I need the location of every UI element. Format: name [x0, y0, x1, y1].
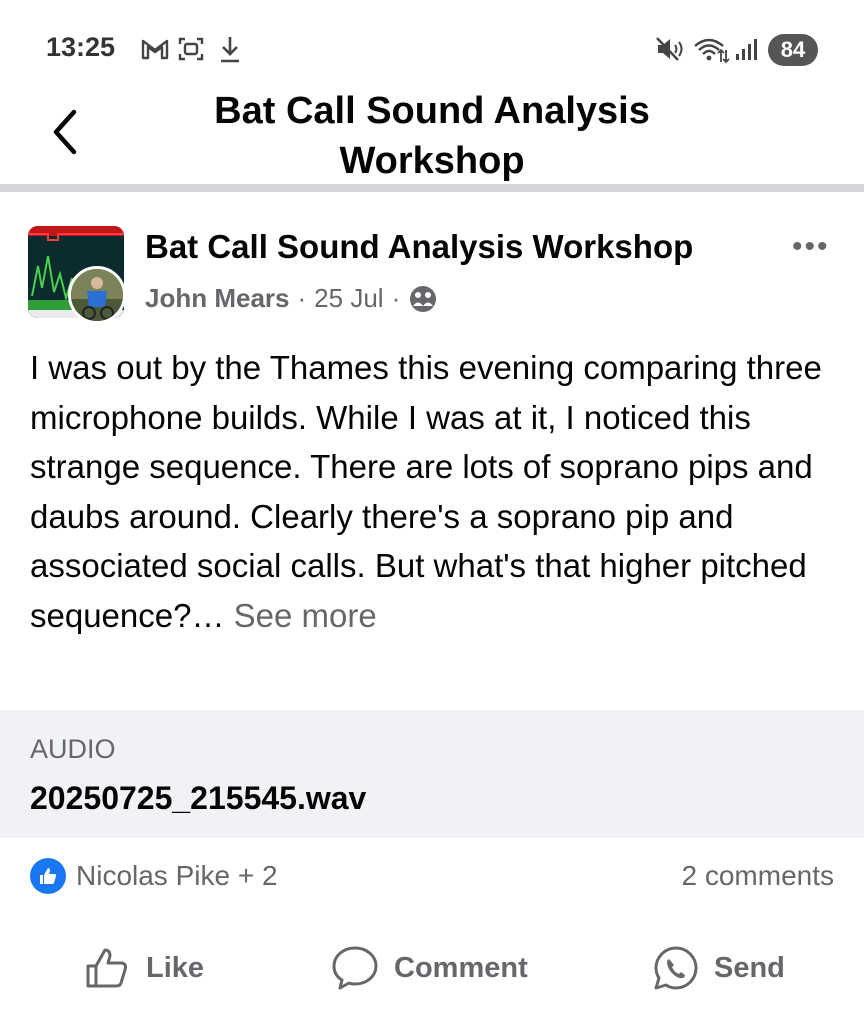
- more-dots-icon[interactable]: •••: [792, 230, 830, 264]
- audio-attachment[interactable]: AUDIO 20250725_215545.wav: [0, 710, 864, 838]
- thumbs-up-icon: [86, 948, 128, 988]
- send-button[interactable]: Send: [652, 944, 785, 992]
- whatsapp-icon: [654, 946, 698, 990]
- see-more-link[interactable]: See more: [234, 597, 377, 634]
- comments-count[interactable]: 2 comments: [682, 860, 835, 892]
- gmail-icon: [141, 39, 169, 60]
- wifi-icon: [694, 38, 730, 64]
- screenshot-icon: [178, 37, 204, 61]
- app-header: Bat Call Sound Analysis Workshop: [0, 80, 864, 184]
- comment-button[interactable]: Comment: [330, 944, 528, 992]
- group-avatar[interactable]: [28, 226, 128, 324]
- post-group-name[interactable]: Bat Call Sound Analysis Workshop: [145, 228, 693, 266]
- like-label: Like: [146, 951, 205, 984]
- post-body-text: I was out by the Thames this evening com…: [30, 349, 822, 634]
- meta-separator: ·: [297, 283, 307, 313]
- send-label: Send: [714, 951, 785, 984]
- chevron-left-icon[interactable]: [46, 104, 86, 160]
- meta-separator: ·: [391, 283, 401, 313]
- mute-icon: [656, 37, 683, 61]
- post-text: I was out by the Thames this evening com…: [30, 343, 830, 640]
- members-icon: [410, 285, 437, 312]
- attachment-type-label: AUDIO: [30, 734, 116, 764]
- attachment-filename[interactable]: 20250725_215545.wav: [30, 780, 366, 817]
- post-date[interactable]: 25 Jul: [314, 283, 383, 314]
- like-reaction-icon: [30, 858, 66, 894]
- battery-indicator: 84: [768, 34, 818, 66]
- reactions-names: Nicolas Pike + 2: [76, 860, 278, 891]
- reactions-summary[interactable]: Nicolas Pike + 2: [30, 858, 278, 894]
- author-avatar[interactable]: [68, 266, 126, 324]
- header-divider: [0, 184, 864, 192]
- post-author[interactable]: John Mears: [145, 283, 290, 314]
- download-icon: [221, 37, 239, 63]
- comment-bubble-icon: [332, 946, 378, 990]
- post-actions: Like Comment Send: [0, 930, 864, 1010]
- status-time: 13:25: [46, 32, 116, 62]
- comment-label: Comment: [394, 951, 528, 984]
- page-title: Bat Call Sound Analysis Workshop: [214, 90, 650, 182]
- post-meta: John Mears · 25 Jul ·: [145, 283, 438, 314]
- signal-icon: [736, 39, 757, 60]
- like-button[interactable]: Like: [84, 944, 204, 992]
